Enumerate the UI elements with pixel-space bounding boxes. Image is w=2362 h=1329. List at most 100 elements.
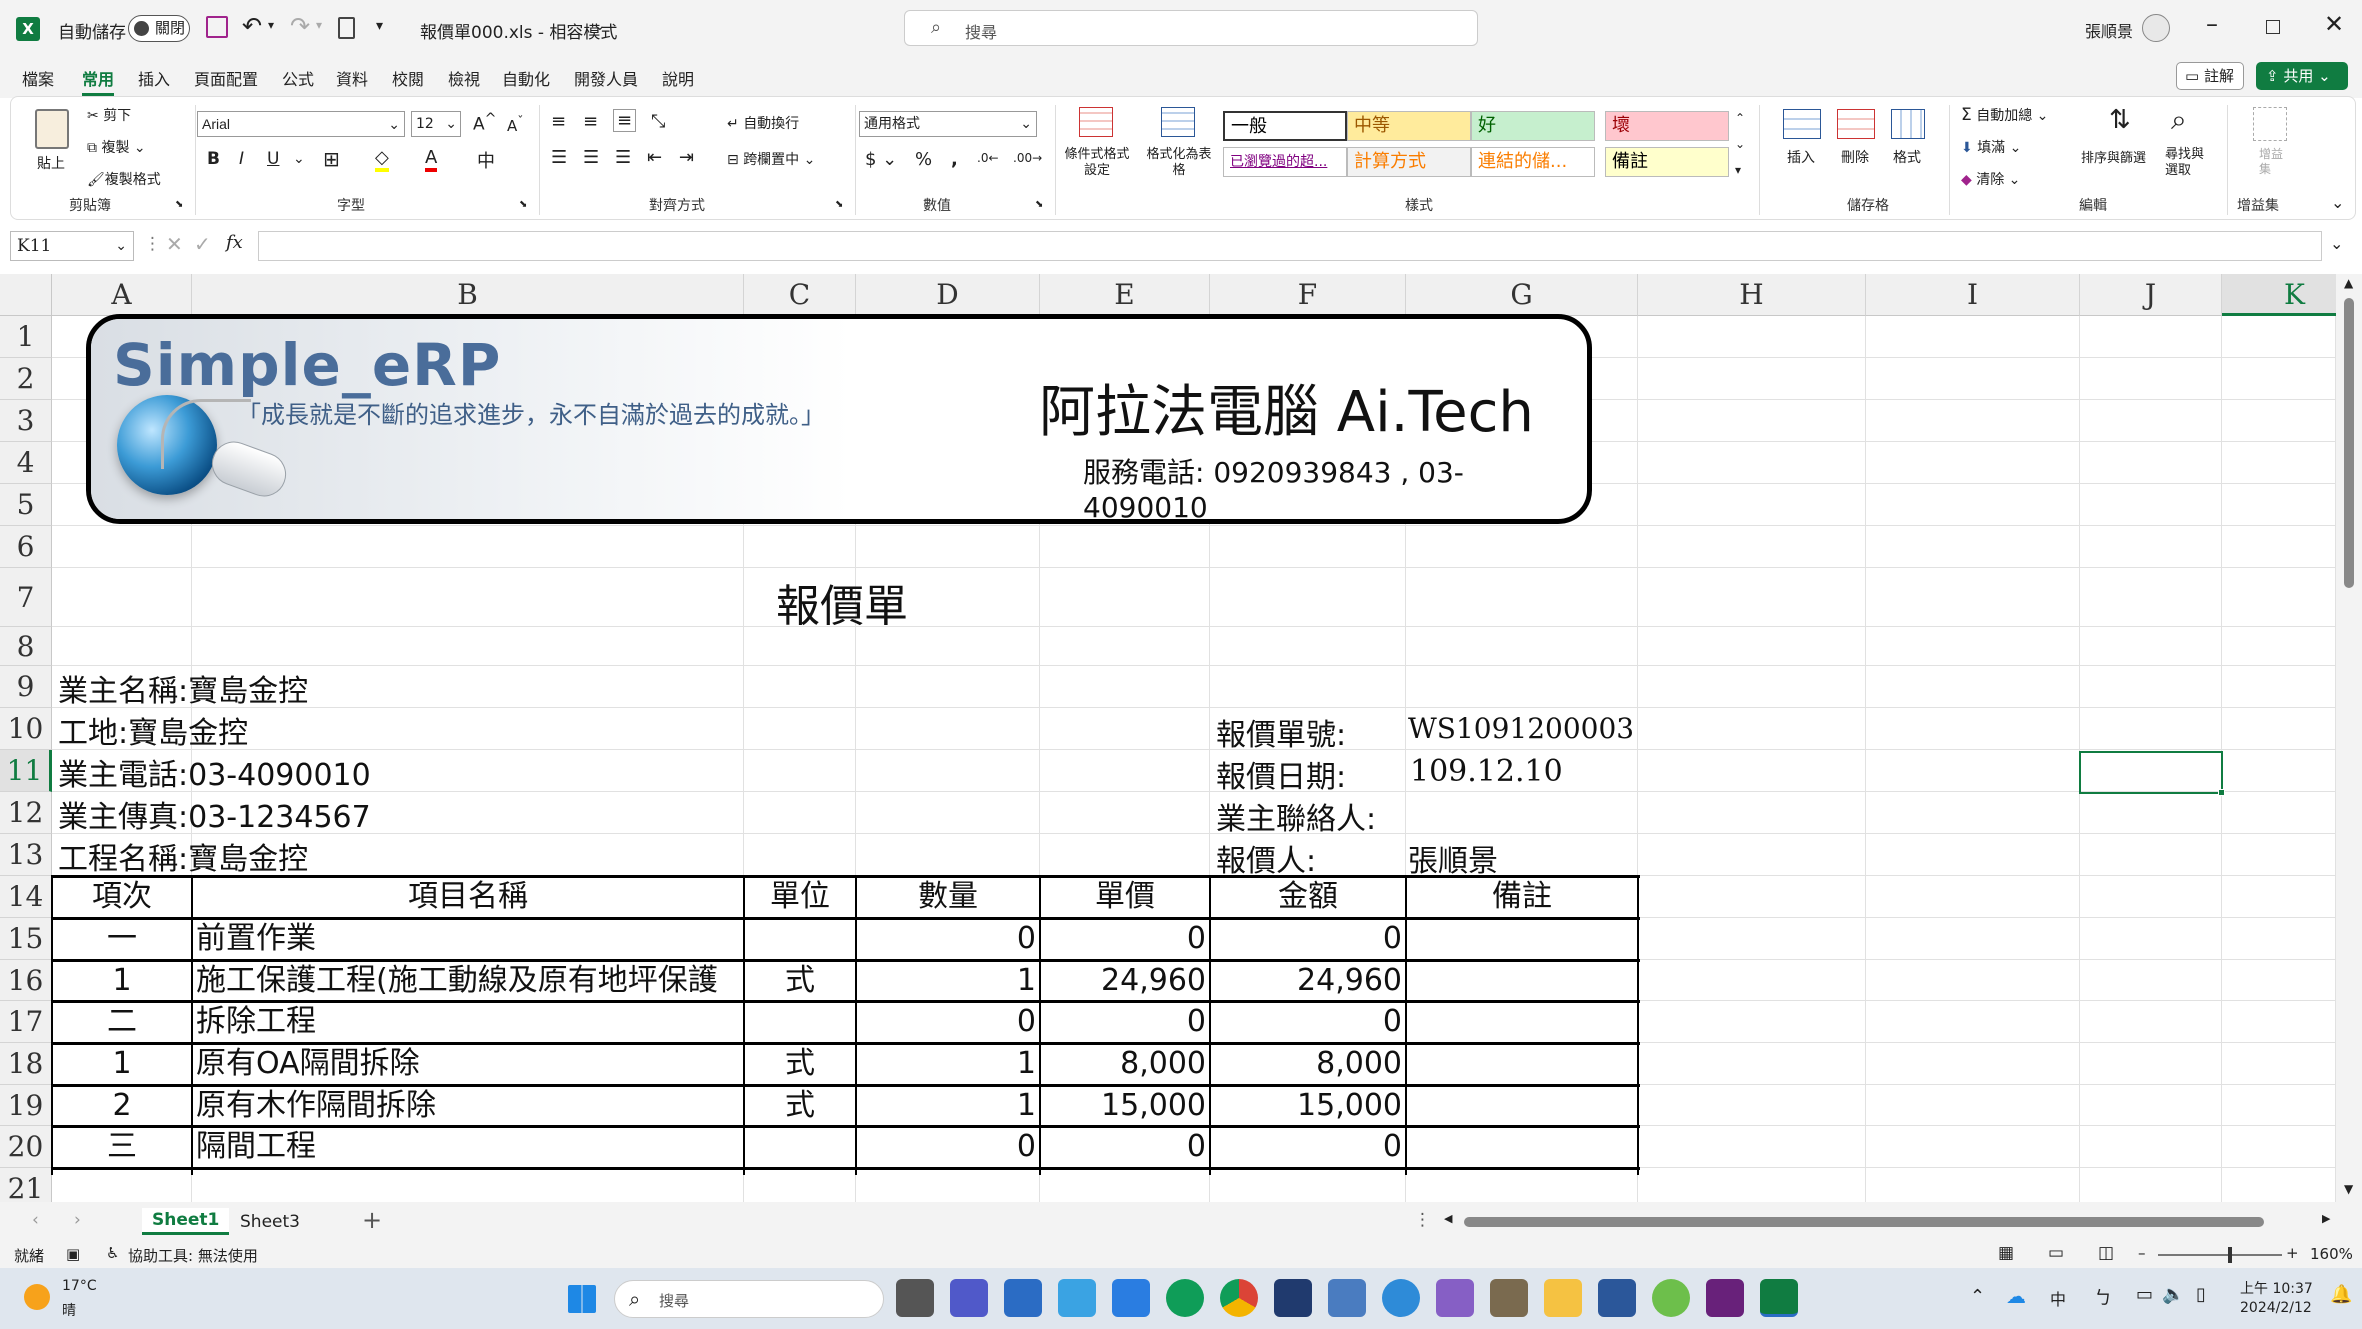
macro-record-icon[interactable]: ▣ [66,1245,80,1263]
vertical-scroll-thumb[interactable] [2344,298,2354,588]
row-header-5[interactable]: 5 [0,484,52,526]
row-4-unit[interactable]: 式 [748,1043,852,1085]
autosave-toggle[interactable]: 關閉 [128,15,190,42]
game-icon[interactable] [1652,1279,1690,1317]
cancel-icon[interactable]: ✕ [166,232,183,256]
row-header-17[interactable]: 17 [0,1001,52,1043]
copy-button[interactable]: ⧉ 複製 ⌄ [87,137,146,157]
prev-sheet-icon[interactable]: ‹ [32,1210,39,1230]
task-view-icon[interactable] [896,1279,934,1317]
client-fax-cell[interactable]: 業主傳真:03-1234567 [58,792,371,836]
row-header-19[interactable]: 19 [0,1085,52,1126]
scroll-up-icon[interactable]: ▲ [2344,276,2353,290]
grow-font-icon[interactable]: A^ [473,111,497,135]
quoter-label[interactable]: 報價人: [1216,836,1316,880]
chrome-icon[interactable] [1220,1279,1258,1317]
underline-button[interactable]: U [267,149,279,169]
row-1-remark[interactable] [1410,918,1634,960]
row-2-item-no[interactable]: 1 [56,960,188,1001]
row-header-21[interactable]: 21 [0,1168,52,1202]
row-4-amount[interactable]: 8,000 [1214,1043,1402,1085]
formula-input[interactable] [258,231,2322,261]
row-4-item-name[interactable]: 原有OA隔間拆除 [196,1043,740,1085]
contact-label[interactable]: 業主聯絡人: [1216,794,1376,838]
avatar[interactable] [2142,14,2170,42]
row-5-unit[interactable]: 式 [748,1085,852,1126]
quote-no-label[interactable]: 報價單號: [1216,710,1346,754]
row-header-6[interactable]: 6 [0,526,52,568]
site-cell[interactable]: 工地:寶島金控 [58,708,248,752]
row-3-unit[interactable] [748,1001,852,1043]
taskbar-search[interactable]: ⌕ 搜尋 [614,1280,884,1318]
italic-button[interactable]: I [239,149,244,169]
header-item-name[interactable]: 項目名稱 [196,876,740,918]
column-header-b[interactable]: B [192,274,744,316]
column-header-i[interactable]: I [1866,274,2080,316]
tab-help[interactable]: 說明 [662,66,694,90]
insert-cells-button[interactable]: 插入 [1787,147,1815,167]
autosum-button[interactable]: Σ 自動加總 ⌄ [1961,105,2048,125]
number-launcher-icon[interactable]: ⬊ [1035,199,1043,210]
fill-handle[interactable] [2218,789,2225,796]
zoom-in-icon[interactable]: + [2286,1244,2299,1262]
weather-temp[interactable]: 17°C [62,1278,97,1294]
row-2-qty[interactable]: 1 [860,960,1036,1001]
worksheet-grid[interactable]: ABCDEFGHIJKL 123456789101112131415161718… [0,274,2362,1202]
number-format-select[interactable]: 通用格式 ⌄ [859,111,1037,137]
align-top-icon[interactable]: ≡ [551,111,566,132]
header-item-no[interactable]: 項次 [56,876,188,918]
borders-icon[interactable]: ⊞ [323,147,340,171]
column-header-f[interactable]: F [1210,274,1406,316]
percent-icon[interactable]: % [915,149,932,170]
column-header-h[interactable]: H [1638,274,1866,316]
save-icon[interactable] [206,16,228,38]
row-1-unit-price[interactable]: 0 [1044,918,1206,960]
insert-function-icon[interactable]: fx [226,232,243,253]
enter-icon[interactable]: ✓ [194,232,211,256]
accessibility-status[interactable]: 協助工具: 無法使用 [128,1245,258,1266]
row-header-3[interactable]: 3 [0,400,52,442]
column-header-e[interactable]: E [1040,274,1210,316]
new-file-icon[interactable] [338,17,355,39]
conditional-format-button[interactable]: 條件式格式設定 [1059,147,1135,179]
store-icon[interactable] [1112,1279,1150,1317]
bold-button[interactable]: B [207,149,220,169]
orientation-icon[interactable]: ⤡ [651,111,665,132]
normal-view-icon[interactable]: ▦ [1998,1243,2014,1263]
redo-dropdown-icon[interactable]: ▾ [316,18,322,32]
font-color-icon[interactable]: A [425,147,438,172]
volume-icon[interactable]: 🔈 [2162,1284,2184,1305]
clock-date[interactable]: 2024/2/12 [2240,1300,2312,1316]
app-icon[interactable] [1274,1279,1312,1317]
row-header-9[interactable]: 9 [0,666,52,708]
minimize-icon[interactable]: – [2206,10,2218,38]
next-sheet-icon[interactable]: › [74,1210,81,1230]
scroll-left-icon[interactable]: ◀ [1444,1212,1452,1225]
visual-studio-icon[interactable] [1436,1279,1474,1317]
file-explorer-icon[interactable] [1544,1279,1582,1317]
cell-style-6[interactable]: 連結的儲... [1471,147,1595,177]
tab-data[interactable]: 資料 [336,66,368,90]
collapse-ribbon-icon[interactable]: ⌄ [2331,193,2344,212]
sheet-tab-sheet1[interactable]: Sheet1 [142,1208,230,1235]
row-3-amount[interactable]: 0 [1214,1001,1402,1043]
align-right-icon[interactable]: ☰ [615,147,631,168]
row-3-qty[interactable]: 0 [860,1001,1036,1043]
header-remark[interactable]: 備註 [1410,876,1634,918]
quote-no-value[interactable]: WS1091200003 [1408,712,1634,745]
row-5-qty[interactable]: 1 [860,1085,1036,1126]
row-3-unit-price[interactable]: 0 [1044,1001,1206,1043]
tab-page-layout[interactable]: 頁面配置 [194,66,258,90]
notepad-icon[interactable] [1004,1279,1042,1317]
alignment-launcher-icon[interactable]: ⬊ [835,199,843,210]
more-sheets-icon[interactable]: ⋮ [1414,1210,1431,1230]
name-box[interactable]: K11 ⌄ [10,231,134,261]
column-header-d[interactable]: D [856,274,1040,316]
font-launcher-icon[interactable]: ⬊ [519,199,527,210]
row-header-1[interactable]: 1 [0,316,52,358]
edge-icon[interactable] [1166,1279,1204,1317]
wrap-text-button[interactable]: ↵ 自動換行 [727,113,799,133]
tab-view[interactable]: 檢視 [448,66,480,90]
ime-indicator[interactable]: 中 [2050,1286,2066,1310]
network-app-icon[interactable] [1382,1279,1420,1317]
